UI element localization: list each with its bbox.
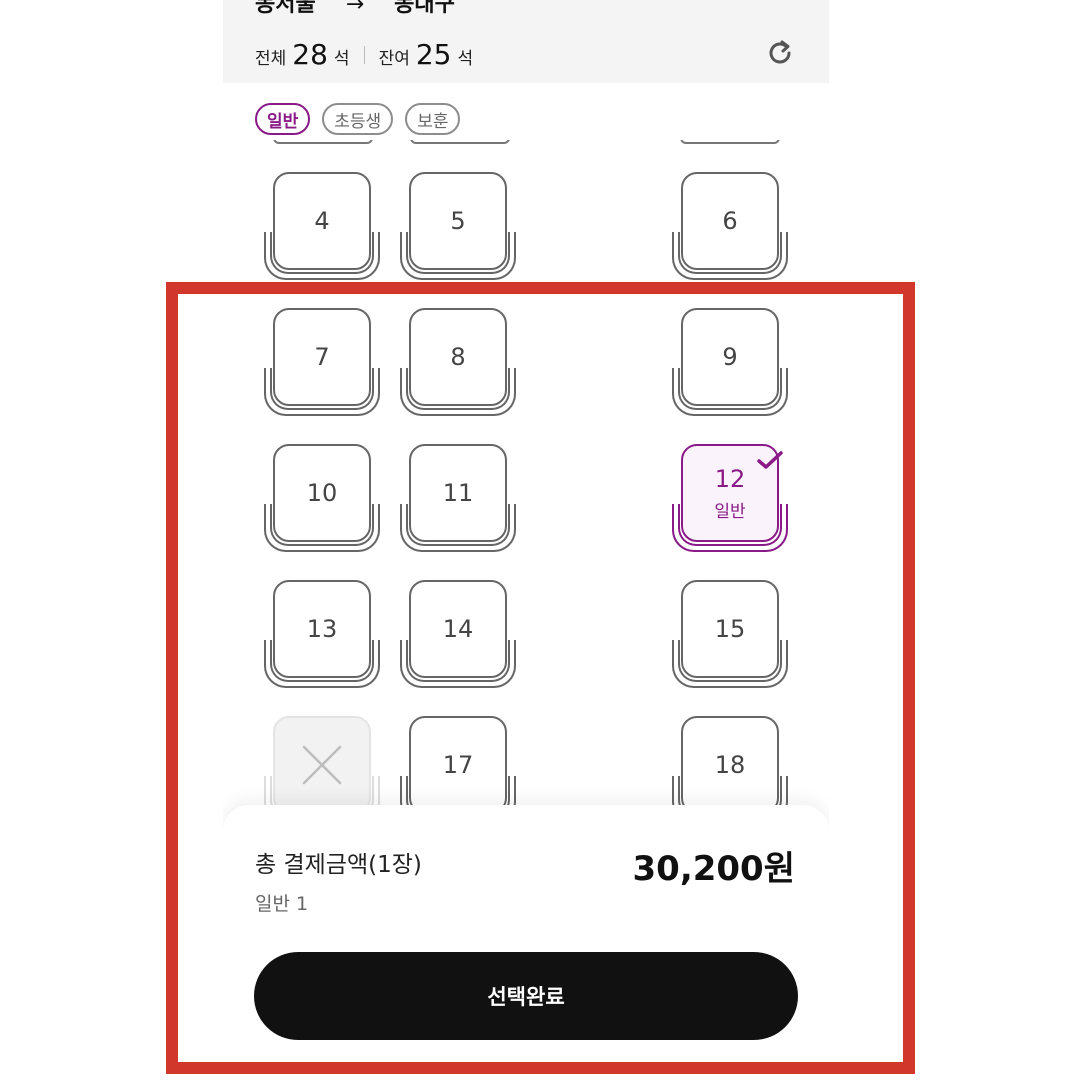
seat-number: 12 xyxy=(714,464,746,493)
check-icon xyxy=(757,451,783,469)
seat-cushion: 15 xyxy=(681,580,779,678)
route-to: 동대구 xyxy=(394,0,455,17)
seat-cushion: 11 xyxy=(409,444,507,542)
seat-13[interactable]: 13 xyxy=(264,580,380,690)
route-arrow: → xyxy=(345,0,365,17)
phone-screen: 동서울 → 동대구 전체 28 석 잔여 25 석 일반 초등생 보훈 4 5 … xyxy=(223,0,829,1080)
passenger-type-filters: 일반 초등생 보훈 xyxy=(255,103,461,135)
seat-map: 4 5 6 7 8 9 10 11 12 일반 13 14 15 17 18 xyxy=(223,140,829,810)
seat-cushion: 7 xyxy=(273,308,371,406)
ticket-breakdown: 일반 1 xyxy=(255,893,309,915)
seat-12-selected[interactable]: 12 일반 xyxy=(672,444,788,554)
filter-chip-general[interactable]: 일반 xyxy=(255,103,311,135)
seat-back-partial xyxy=(273,140,373,144)
payment-summary-panel: 총 결제금액(1장) 일반 1 30,200원 선택완료 xyxy=(223,805,829,1080)
seat-cushion: 18 xyxy=(681,716,779,810)
seat-cushion: 4 xyxy=(273,172,371,270)
seat-number: 9 xyxy=(722,343,738,371)
seat-17[interactable]: 17 xyxy=(400,716,516,810)
seat-type-label: 일반 xyxy=(714,501,746,522)
seat-10[interactable]: 10 xyxy=(264,444,380,554)
seat-8[interactable]: 8 xyxy=(400,308,516,418)
divider xyxy=(363,45,365,64)
remaining-label: 잔여 xyxy=(378,49,410,69)
route-title: 동서울 → 동대구 xyxy=(255,0,455,18)
seat-number: 7 xyxy=(314,343,330,371)
seat-cushion: 10 xyxy=(273,444,371,542)
seat-counts: 전체 28 석 잔여 25 석 xyxy=(255,38,473,71)
total-count: 28 xyxy=(292,38,328,71)
seat-number: 18 xyxy=(714,751,746,779)
seat-number: 6 xyxy=(722,207,738,235)
seat-cushion: 8 xyxy=(409,308,507,406)
seat-14[interactable]: 14 xyxy=(400,580,516,690)
refresh-icon[interactable] xyxy=(765,38,795,68)
seat-cushion: 6 xyxy=(681,172,779,270)
seat-15[interactable]: 15 xyxy=(672,580,788,690)
seat-number: 10 xyxy=(306,479,338,507)
remaining-unit: 석 xyxy=(457,49,474,69)
seat-cushion xyxy=(273,716,371,810)
seat-back-partial xyxy=(680,140,780,144)
seat-number: 5 xyxy=(450,207,466,235)
seat-cushion: 17 xyxy=(409,716,507,810)
seat-cushion: 14 xyxy=(409,580,507,678)
seat-cushion: 9 xyxy=(681,308,779,406)
seat-6[interactable]: 6 xyxy=(672,172,788,282)
seat-cushion: 5 xyxy=(409,172,507,270)
total-label: 전체 xyxy=(255,49,287,69)
route-from: 동서울 xyxy=(255,0,316,17)
seat-9[interactable]: 9 xyxy=(672,308,788,418)
seat-number: 11 xyxy=(442,479,474,507)
seat-18[interactable]: 18 xyxy=(672,716,788,810)
x-icon xyxy=(302,745,342,785)
filter-chip-child[interactable]: 초등생 xyxy=(322,103,394,135)
seat-number: 14 xyxy=(442,615,474,643)
seat-7[interactable]: 7 xyxy=(264,308,380,418)
seat-number: 8 xyxy=(450,343,466,371)
total-unit: 석 xyxy=(333,49,350,69)
total-payment-title: 총 결제금액(1장) xyxy=(255,852,422,878)
seat-cushion: 13 xyxy=(273,580,371,678)
seat-number: 4 xyxy=(314,207,330,235)
seat-number: 15 xyxy=(714,615,746,643)
seat-number: 13 xyxy=(306,615,338,643)
seat-back-partial xyxy=(410,140,510,144)
filter-chip-veteran[interactable]: 보훈 xyxy=(405,103,461,135)
remaining-count: 25 xyxy=(415,38,452,71)
confirm-selection-button[interactable]: 선택완료 xyxy=(254,952,798,1040)
seat-16-unavailable xyxy=(264,716,380,810)
seat-4[interactable]: 4 xyxy=(264,172,380,282)
seat-11[interactable]: 11 xyxy=(400,444,516,554)
seat-5[interactable]: 5 xyxy=(400,172,516,282)
route-header: 동서울 → 동대구 전체 28 석 잔여 25 석 xyxy=(223,0,829,83)
total-amount: 30,200원 xyxy=(632,849,795,889)
seat-number: 17 xyxy=(442,751,474,779)
